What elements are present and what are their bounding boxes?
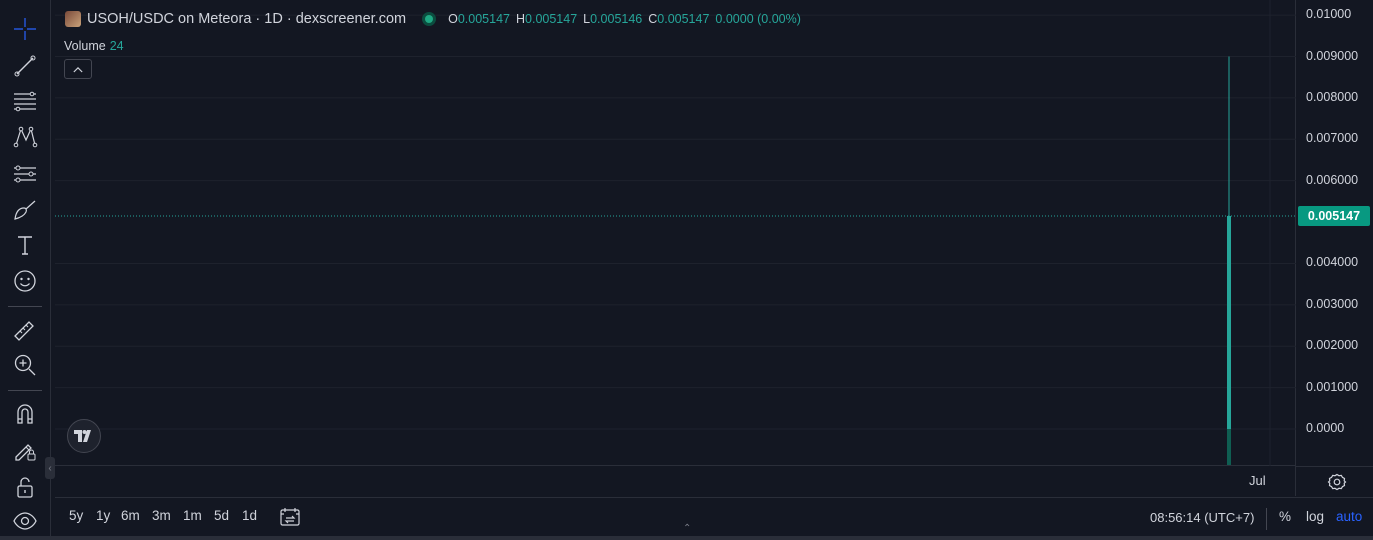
toolbar-collapse-handle[interactable]: ‹ xyxy=(45,457,55,479)
tradingview-logo-icon[interactable] xyxy=(67,419,101,453)
current-price-badge: 0.005147 xyxy=(1298,205,1370,226)
price-tick: 0.009000 xyxy=(1306,48,1359,63)
range-5d-button[interactable]: 5d xyxy=(214,508,229,523)
range-1d-button[interactable]: 1d xyxy=(242,508,257,523)
volume-bar xyxy=(1227,429,1231,465)
range-5y-button[interactable]: 5y xyxy=(69,508,83,523)
brush-icon[interactable] xyxy=(9,194,41,226)
time-scale[interactable]: Jul xyxy=(55,466,1296,496)
ohlc-values: O0.005147 H0.005147 L0.005146 C0.005147 … xyxy=(448,12,801,26)
fib-retracement-icon[interactable] xyxy=(9,85,41,117)
price-chart xyxy=(55,0,1296,466)
price-tick: 0.0000 xyxy=(1306,421,1345,435)
chart-pane[interactable]: USOH/USDC on Meteora · 1D · dexscreener.… xyxy=(55,0,1296,466)
lock-drawings-icon[interactable] xyxy=(9,434,41,466)
collapse-legend-button[interactable] xyxy=(64,59,92,79)
timezone-clock[interactable]: 08:56:14 (UTC+7) xyxy=(1150,510,1254,525)
time-label: Jul xyxy=(1249,473,1266,488)
pattern-icon[interactable] xyxy=(9,121,41,153)
range-3m-button[interactable]: 3m xyxy=(152,508,171,523)
price-tick: 0.008000 xyxy=(1306,89,1359,104)
crosshair-icon[interactable] xyxy=(9,13,41,45)
price-change: 0.0000 (0.00%) xyxy=(715,12,801,26)
price-tick: 0.006000 xyxy=(1306,172,1359,187)
price-tick: 0.01000 xyxy=(1306,7,1352,22)
candle-body xyxy=(1227,215,1231,429)
auto-scale-button[interactable]: auto xyxy=(1336,509,1362,524)
chart-legend: USOH/USDC on Meteora · 1D · dexscreener.… xyxy=(65,11,801,27)
symbol-title[interactable]: USOH/USDC on Meteora · 1D · dexscreener.… xyxy=(87,11,406,27)
unlock-icon[interactable] xyxy=(9,471,41,503)
chart-window: ‹ USOH/USDC on Meteora · 1D · dexscreene… xyxy=(0,0,1373,540)
trend-line-icon[interactable] xyxy=(9,50,41,82)
range-6m-button[interactable]: 6m xyxy=(121,508,140,523)
price-tick: 0.007000 xyxy=(1306,131,1359,146)
log-scale-button[interactable]: log xyxy=(1306,509,1324,524)
token-logo-icon xyxy=(65,11,81,27)
bottom-divider xyxy=(1266,508,1267,530)
volume-legend: Volume 24 xyxy=(64,39,124,53)
date-range-icon[interactable] xyxy=(279,507,301,527)
resize-handle-icon[interactable]: ⌃ xyxy=(683,523,691,534)
emoji-icon[interactable] xyxy=(9,265,41,297)
text-icon[interactable] xyxy=(9,229,41,261)
magnet-icon[interactable] xyxy=(9,398,41,430)
price-tick: 0.001000 xyxy=(1306,379,1359,394)
ruler-icon[interactable] xyxy=(9,314,41,346)
market-status-icon xyxy=(422,12,437,26)
price-tick: 0.004000 xyxy=(1306,255,1359,270)
range-1y-button[interactable]: 1y xyxy=(96,508,110,523)
prediction-icon[interactable] xyxy=(9,158,41,190)
chart-settings-icon[interactable] xyxy=(1327,472,1347,492)
zoom-in-icon[interactable] xyxy=(9,349,41,381)
drawing-toolbar xyxy=(0,0,51,540)
bottom-toolbar: 5y 1y 6m 3m 1m 5d 1d 08:56:14 (UTC+7) % … xyxy=(55,497,1373,537)
toolbar-divider xyxy=(8,390,42,391)
toolbar-divider xyxy=(8,306,42,307)
price-tick: 0.003000 xyxy=(1306,296,1359,311)
percent-scale-button[interactable]: % xyxy=(1279,509,1291,524)
price-tick: 0.002000 xyxy=(1306,338,1359,353)
price-scale[interactable]: 0.01000 0.009000 0.008000 0.007000 0.006… xyxy=(1296,0,1373,467)
chevron-up-icon xyxy=(73,66,83,72)
range-1m-button[interactable]: 1m xyxy=(183,508,202,523)
window-bottom-edge xyxy=(0,536,1373,540)
eye-icon[interactable] xyxy=(9,505,41,537)
